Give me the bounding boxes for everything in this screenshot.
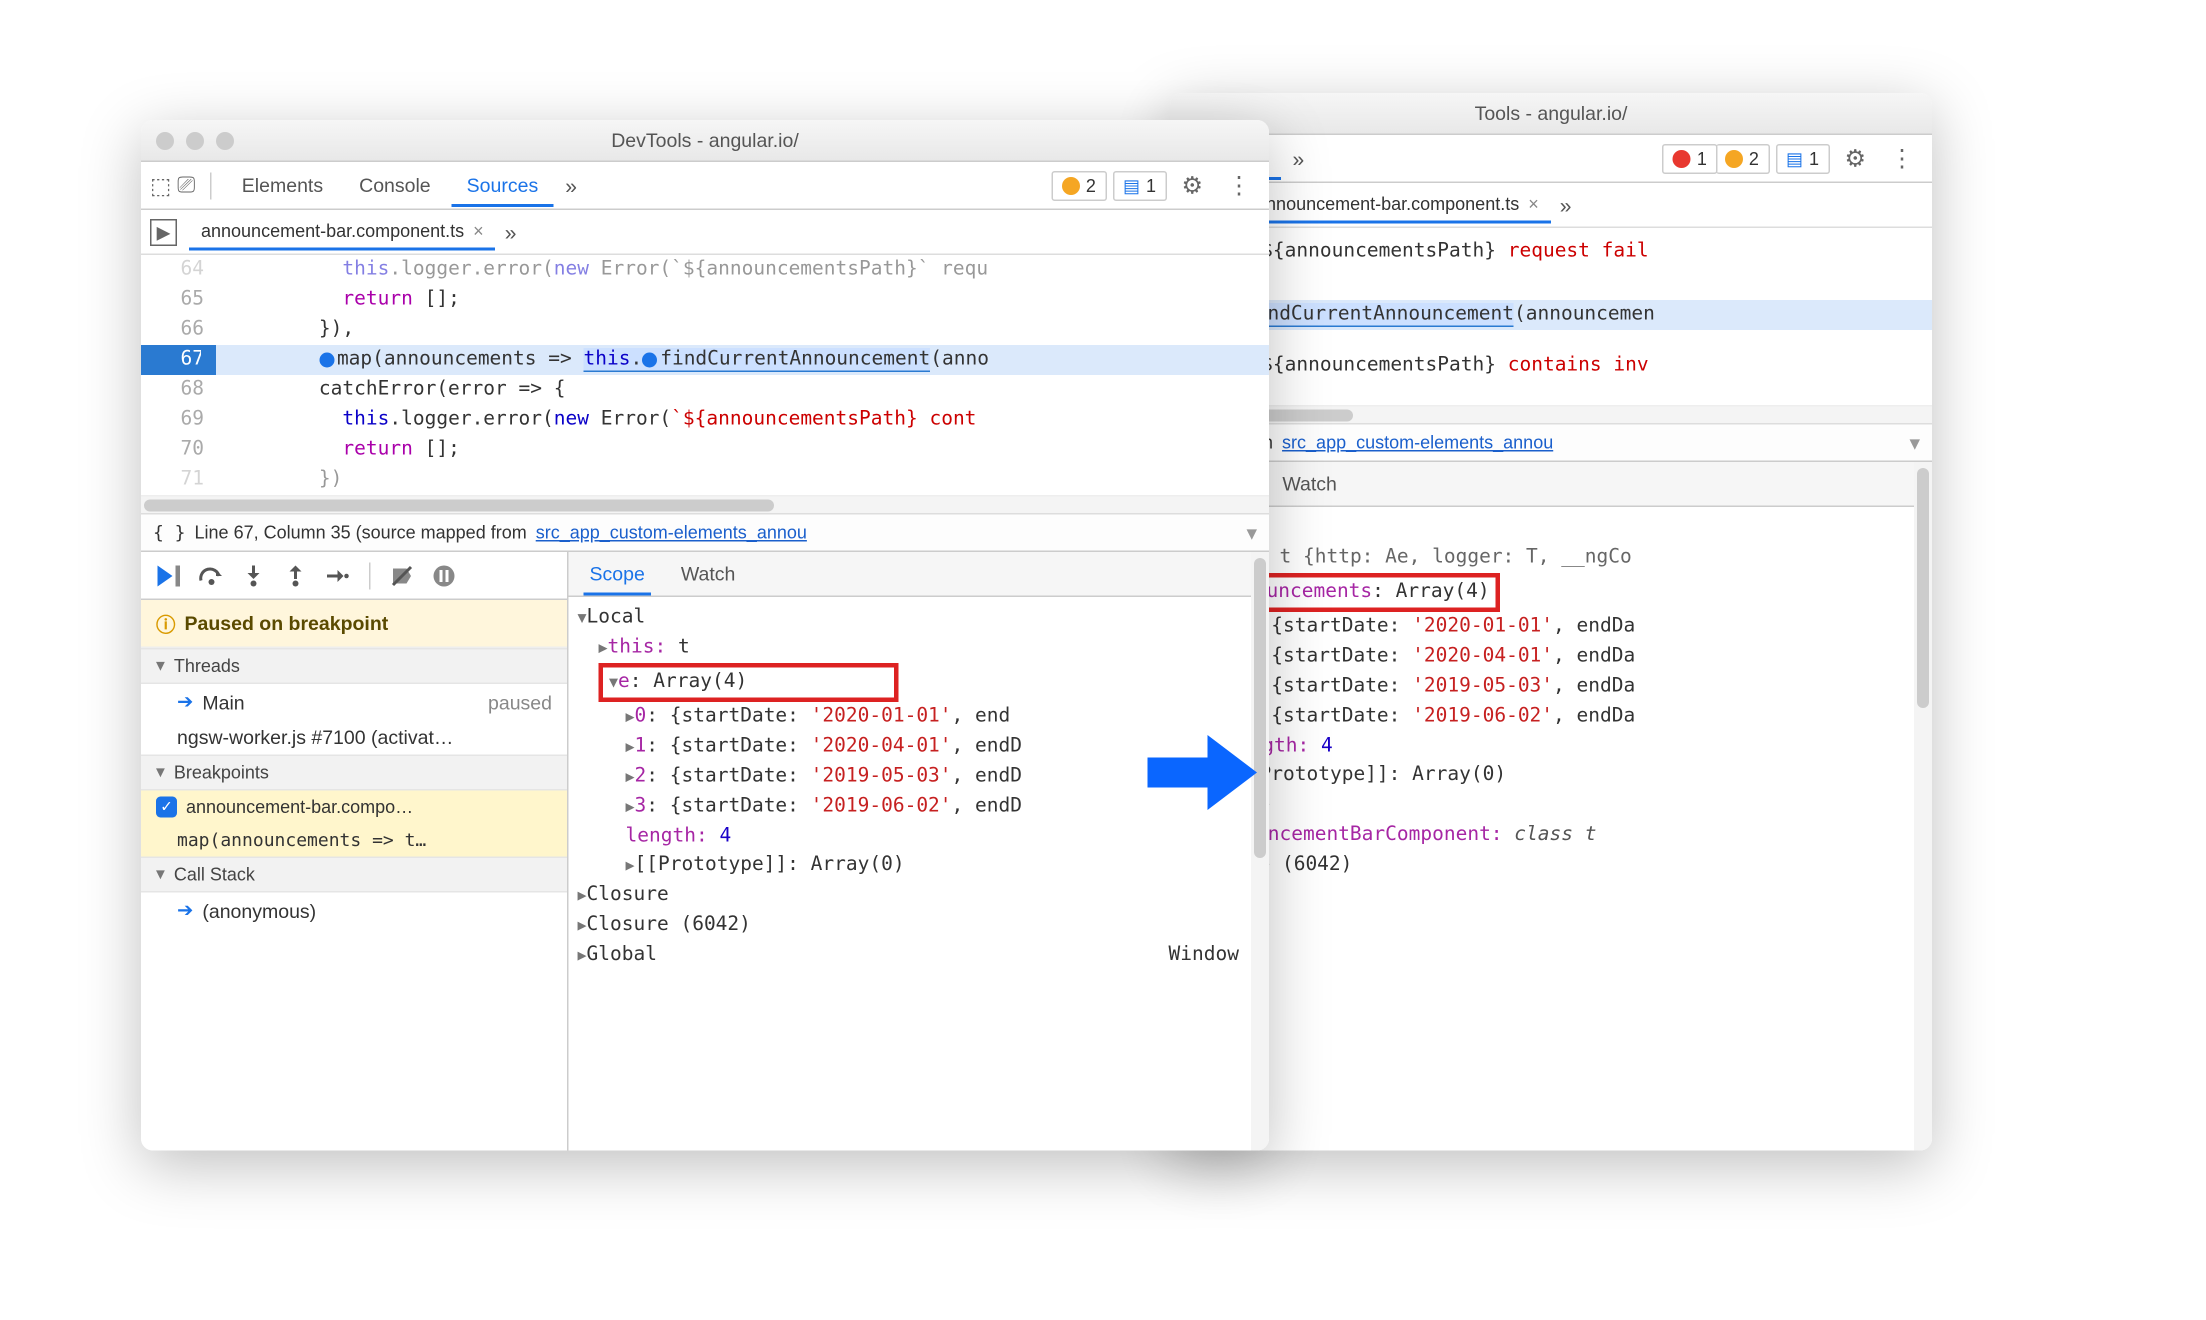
callstack-header[interactable]: ▼Call Stack (141, 857, 567, 893)
scope-body[interactable]: ▼Local ▶this: t ▼e: Array(4) ▶0: {startD… (569, 597, 1270, 1151)
more-files-icon[interactable]: » (1554, 193, 1578, 217)
status-line: apped from src_app_custom-elements_annou… (1170, 423, 1932, 462)
tab-watch[interactable]: Watch (675, 555, 742, 593)
traffic-lights[interactable] (156, 131, 234, 149)
pause-exceptions-icon[interactable] (428, 559, 461, 592)
scope-body[interactable]: ▼Local ▶this: t {http: Ae, logger: T, __… (1170, 507, 1932, 1151)
tab-sources[interactable]: Sources (452, 165, 554, 207)
kebab-menu-icon[interactable]: ⋮ (1881, 143, 1923, 173)
tab-console[interactable]: Console (344, 165, 446, 206)
main-toolbar: Sources » 1 2 ▤1 ⚙ ⋮ (1170, 135, 1932, 183)
step-into-icon[interactable] (237, 559, 270, 592)
devtools-window-left: DevTools - angular.io/ ⬚ ⎚ Elements Cons… (141, 120, 1269, 1151)
checkbox-icon[interactable]: ✓ (156, 797, 177, 818)
callstack-frame[interactable]: ➔ (anonymous) (141, 893, 567, 929)
more-tabs-icon[interactable]: » (559, 173, 583, 197)
threads-header[interactable]: ▼Threads (141, 648, 567, 684)
code-editor[interactable]: 64 this.logger.error(new Error(`${announ… (141, 255, 1269, 513)
file-tabs: d8.js announcement-bar.component.ts× » (1170, 183, 1932, 228)
breakpoint-code: map(announcements => t… (141, 824, 567, 857)
close-icon[interactable]: × (1528, 193, 1539, 214)
step-icon[interactable] (321, 559, 354, 592)
breakpoint-icon (319, 352, 334, 367)
settings-icon[interactable]: ⚙ (1835, 143, 1875, 173)
scope-tabs: Scope Watch (569, 552, 1270, 597)
titlebar: DevTools - angular.io/ (141, 120, 1269, 162)
breakpoint-item[interactable]: ✓ announcement-bar.compo… (141, 791, 567, 824)
code-editor[interactable]: Error(`${announcementsPath} request fail… (1170, 228, 1932, 423)
format-icon[interactable]: { } (153, 522, 186, 543)
main-toolbar: ⬚ ⎚ Elements Console Sources » 2 ▤1 ⚙ ⋮ (141, 162, 1269, 210)
paused-banner: ⓘ Paused on breakpoint (141, 600, 567, 648)
error-badge[interactable]: 1 (1662, 143, 1717, 173)
messages-badge[interactable]: ▤1 (1112, 170, 1166, 200)
toggle-icon[interactable]: ▾ (1246, 520, 1257, 546)
scope-tabs: Scope Watch (1170, 462, 1932, 507)
comparison-arrow-icon (1140, 728, 1260, 823)
deactivate-breakpoints-icon[interactable] (386, 559, 419, 592)
watch-icon[interactable]: ▾ (1909, 430, 1920, 456)
messages-badge[interactable]: ▤1 (1775, 143, 1829, 173)
inspect-icon[interactable]: ⬚ (150, 172, 171, 199)
debugger-sidebar: ⓘ Paused on breakpoint ▼Threads ➔ Main p… (141, 552, 569, 1151)
status-line: { } Line 67, Column 35 (source mapped fr… (141, 513, 1269, 552)
kebab-menu-icon[interactable]: ⋮ (1218, 170, 1260, 200)
close-icon[interactable]: × (473, 220, 484, 241)
window-title: DevTools - angular.io/ (141, 129, 1269, 152)
thread-main[interactable]: ➔ Main paused (141, 684, 567, 720)
file-tab-active[interactable]: announcement-bar.component.ts× (189, 214, 496, 250)
more-files-icon[interactable]: » (499, 220, 523, 244)
info-icon: ⓘ (156, 609, 176, 638)
settings-icon[interactable]: ⚙ (1172, 170, 1212, 200)
source-map-link[interactable]: src_app_custom-elements_annou (1282, 432, 1553, 453)
tab-scope[interactable]: Scope (584, 554, 651, 595)
step-out-icon[interactable] (279, 559, 312, 592)
more-tabs-icon[interactable]: » (1287, 146, 1311, 170)
source-map-link[interactable]: src_app_custom-elements_annou (536, 522, 807, 543)
titlebar: Tools - angular.io/ (1170, 93, 1932, 135)
file-tabs: ▶ announcement-bar.component.ts× » (141, 210, 1269, 255)
tab-watch[interactable]: Watch (1276, 465, 1343, 503)
resume-icon[interactable] (153, 559, 186, 592)
breakpoints-header[interactable]: ▼Breakpoints (141, 755, 567, 791)
step-over-icon[interactable] (195, 559, 228, 592)
debug-toolbar (141, 552, 567, 600)
warning-badge[interactable]: 2 (1051, 170, 1106, 200)
devtools-window-right: Tools - angular.io/ Sources » 1 2 ▤1 ⚙ ⋮… (1170, 93, 1932, 1151)
warning-badge[interactable]: 2 (1716, 143, 1770, 173)
window-title: Tools - angular.io/ (1170, 102, 1932, 125)
tab-elements[interactable]: Elements (227, 165, 338, 206)
navigator-icon[interactable]: ▶ (150, 218, 177, 245)
file-tab-active[interactable]: announcement-bar.component.ts× (1244, 187, 1551, 223)
device-icon[interactable]: ⎚ (177, 173, 195, 199)
thread-worker[interactable]: ngsw-worker.js #7100 (activat… (141, 720, 567, 755)
